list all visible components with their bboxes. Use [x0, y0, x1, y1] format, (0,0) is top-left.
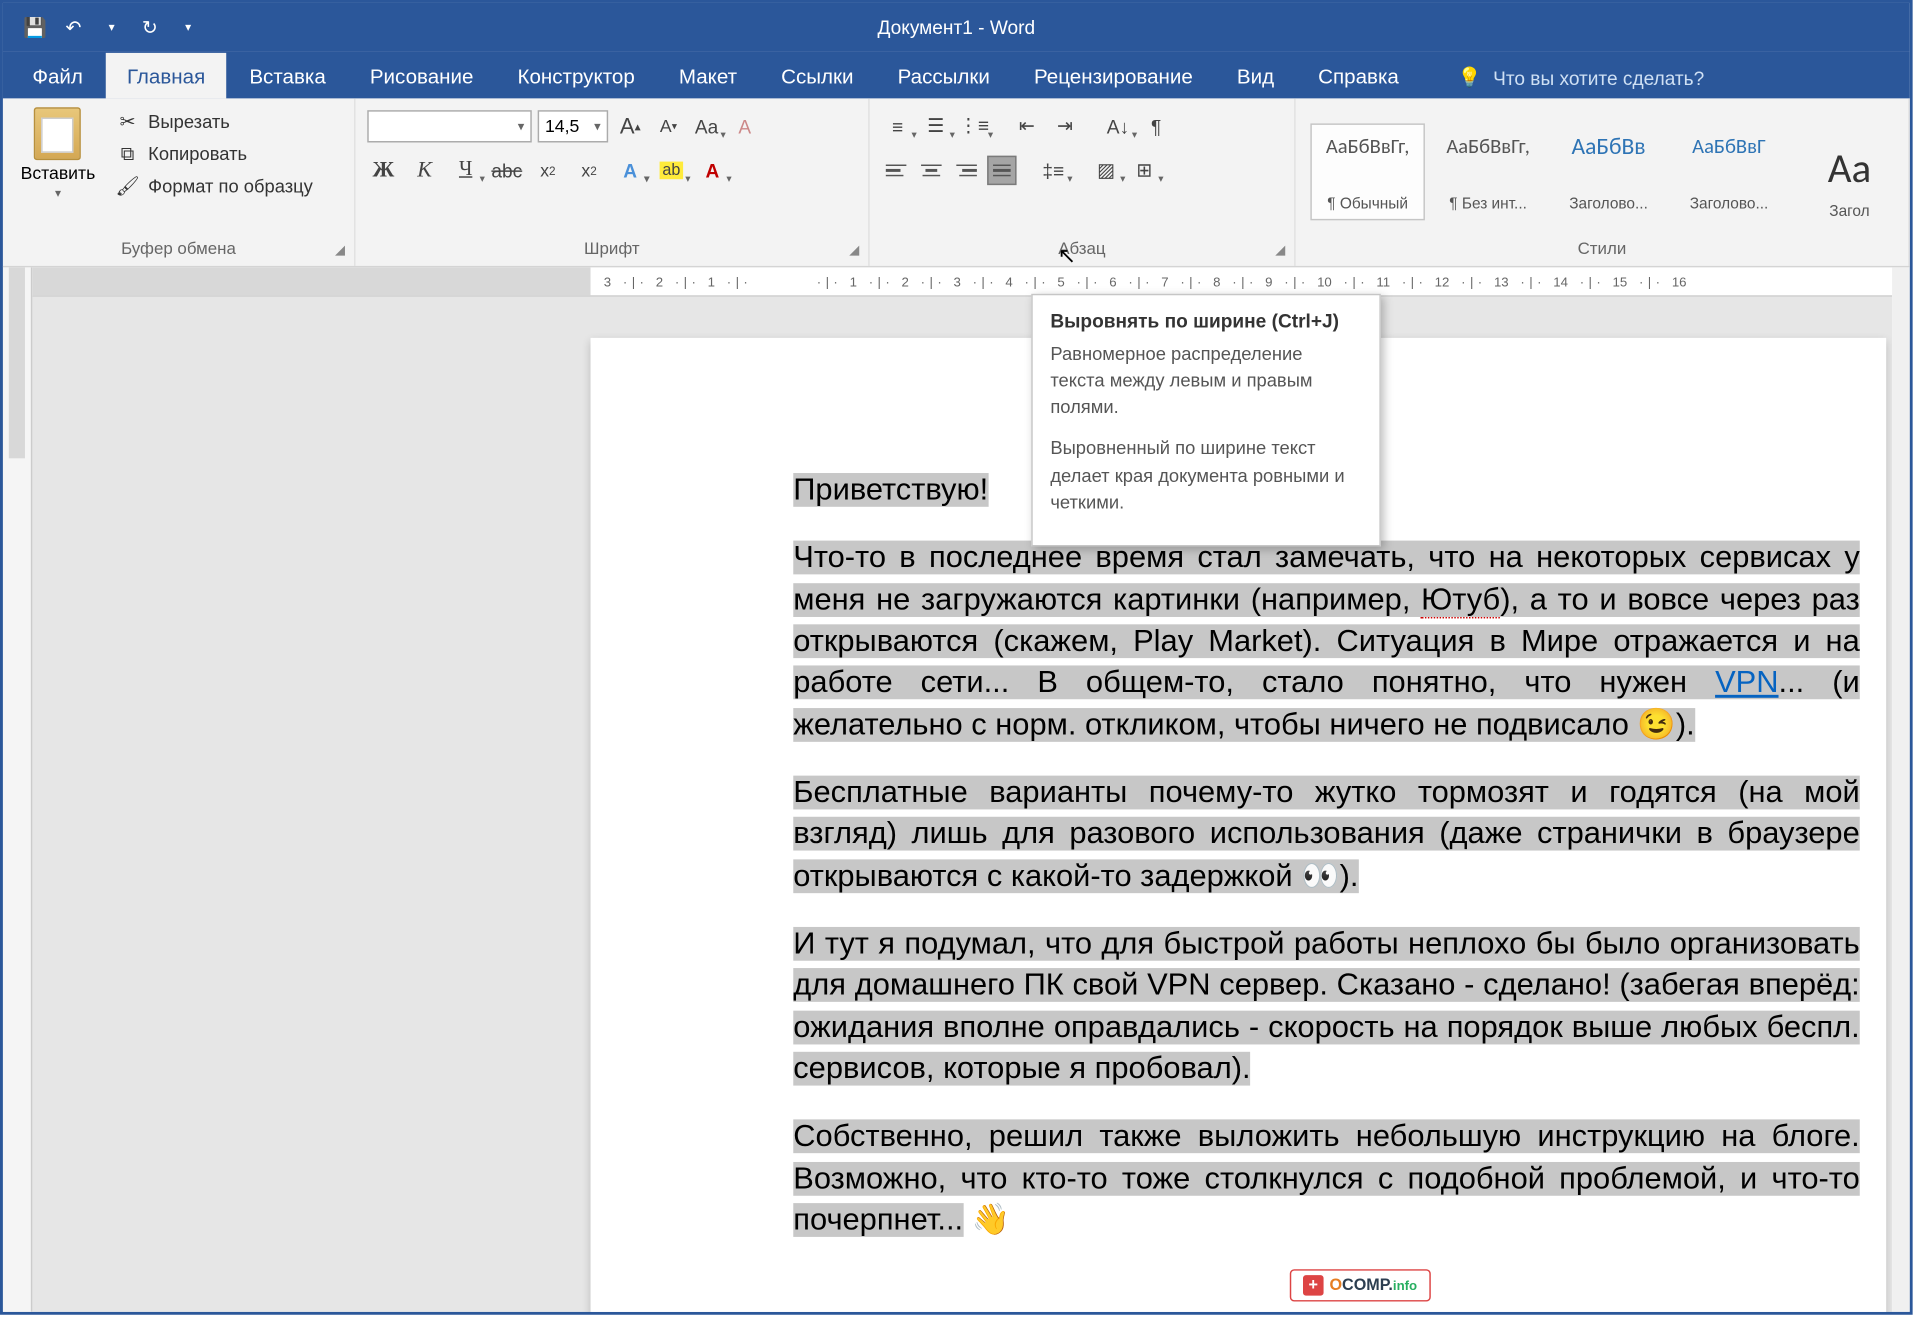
style-heading2[interactable]: АаБбВвГЗаголово...	[1672, 123, 1787, 220]
document-body[interactable]: Приветствую! Что-то в последнее время ст…	[591, 470, 1887, 1242]
title-bar: 💾 ↶ ▾ ↻ ▾ Документ1 - Word	[3, 3, 1910, 51]
tab-draw[interactable]: Рисование	[349, 53, 494, 99]
save-icon[interactable]: 💾	[18, 10, 53, 45]
text-selection[interactable]: И тут я подумал, что для быстрой работы …	[793, 927, 1859, 1086]
horizontal-ruler[interactable]: 3·|·2·|·1·|· ·|·1·|·2·|·3·|·4·|·5·|·6·|·…	[32, 267, 1892, 296]
group-font: ▾ 14,5▾ A▴ A▾ Aa A Ж К Ч abc x2 x2 A ab …	[355, 98, 869, 265]
numbering-button[interactable]: ☰	[920, 110, 952, 142]
clipboard-icon	[34, 107, 81, 160]
vertical-scrollbar[interactable]	[1892, 267, 1910, 1311]
text-selection[interactable]: Приветствую!	[793, 473, 988, 507]
tell-me-search[interactable]: 💡 Что вы хотите сделать?	[1452, 57, 1710, 98]
vertical-ruler[interactable]	[3, 267, 32, 1311]
dialog-launcher-icon[interactable]: ◢	[849, 242, 859, 258]
font-color-button[interactable]: A	[696, 154, 728, 186]
superscript-button[interactable]: x2	[573, 154, 605, 186]
cut-button[interactable]: ✂Вырезать	[110, 107, 319, 136]
vpn-link[interactable]: VPN	[1715, 666, 1778, 700]
window-title: Документ1 - Word	[878, 16, 1036, 38]
multilevel-list-button[interactable]: ⋮≡	[958, 110, 990, 142]
justify-button[interactable]	[987, 156, 1016, 185]
group-styles: АаБбВвГг,¶ Обычный АаБбВвГг,¶ Без инт...…	[1296, 98, 1910, 265]
brush-icon: 🖌	[116, 175, 140, 199]
group-label-paragraph: Абзац◢	[881, 238, 1282, 263]
tooltip-text: Равномерное распределение текста между л…	[1050, 341, 1361, 421]
tab-help[interactable]: Справка	[1298, 53, 1420, 99]
highlight-button[interactable]: ab	[655, 154, 687, 186]
copy-icon: ⧉	[116, 142, 140, 166]
styles-gallery[interactable]: АаБбВвГг,¶ Обычный АаБбВвГг,¶ Без инт...…	[1307, 120, 1909, 223]
group-label-styles: Стили	[1307, 238, 1896, 263]
undo-dropdown-icon[interactable]: ▾	[94, 10, 129, 45]
shrink-font-button[interactable]: A▾	[652, 110, 684, 142]
sort-button[interactable]: A↓	[1102, 110, 1134, 142]
group-paragraph: ≡ ☰ ⋮≡ ⇤ ⇥ A↓ ¶ ‡≡	[870, 98, 1296, 265]
font-name-combo[interactable]: ▾	[367, 110, 532, 142]
line-spacing-button[interactable]: ‡≡	[1037, 154, 1069, 186]
document-area: 3·|·2·|·1·|· ·|·1·|·2·|·3·|·4·|·5·|·6·|·…	[3, 267, 1892, 1311]
format-painter-button[interactable]: 🖌Формат по образцу	[110, 172, 319, 201]
ribbon-tabs: Файл Главная Вставка Рисование Конструкт…	[3, 51, 1910, 98]
dialog-launcher-icon[interactable]: ◢	[1275, 242, 1285, 258]
clear-formatting-button[interactable]: A	[729, 110, 761, 142]
subscript-button[interactable]: x2	[532, 154, 564, 186]
tab-insert[interactable]: Вставка	[229, 53, 347, 99]
strikethrough-button[interactable]: abc	[491, 154, 523, 186]
show-marks-button[interactable]: ¶	[1140, 110, 1172, 142]
shading-button[interactable]: ▨	[1090, 154, 1122, 186]
increase-indent-button[interactable]: ⇥	[1049, 110, 1081, 142]
quick-access-toolbar: 💾 ↶ ▾ ↻ ▾	[3, 10, 206, 45]
tab-design[interactable]: Конструктор	[497, 53, 655, 99]
copy-button[interactable]: ⧉Копировать	[110, 140, 319, 169]
text-selection[interactable]: Бесплатные варианты почему-то жутко торм…	[793, 776, 1859, 893]
lightbulb-icon: 💡	[1458, 66, 1482, 90]
font-size-combo[interactable]: 14,5▾	[538, 110, 609, 142]
dialog-launcher-icon[interactable]: ◢	[335, 242, 345, 258]
italic-button[interactable]: К	[408, 154, 440, 186]
tab-home[interactable]: Главная	[106, 53, 225, 99]
qat-customize-icon[interactable]: ▾	[170, 10, 205, 45]
paste-button[interactable]: Вставить ▾	[15, 104, 101, 238]
text-effects-button[interactable]: A	[614, 154, 646, 186]
decrease-indent-button[interactable]: ⇤	[1011, 110, 1043, 142]
tooltip-text: Выровненный по ширине текст делает края …	[1050, 435, 1361, 515]
style-more[interactable]: АаЗагол	[1792, 123, 1907, 220]
align-right-button[interactable]	[952, 156, 981, 185]
style-normal[interactable]: АаБбВвГг,¶ Обычный	[1310, 123, 1425, 220]
text-selection[interactable]: Что-то в последнее время стал замечать, …	[793, 541, 1860, 741]
bold-button[interactable]: Ж	[367, 154, 399, 186]
grow-font-button[interactable]: A▴	[614, 110, 646, 142]
tab-file[interactable]: Файл	[12, 53, 104, 99]
text-selection[interactable]: Собственно, решил также выложить небольш…	[793, 1120, 1859, 1237]
ribbon: Вставить ▾ ✂Вырезать ⧉Копировать 🖌Формат…	[3, 98, 1910, 267]
tab-references[interactable]: Ссылки	[761, 53, 875, 99]
undo-icon[interactable]: ↶	[56, 10, 91, 45]
tooltip-title: Выровнять по ширине (Ctrl+J)	[1050, 310, 1361, 332]
underline-button[interactable]: Ч	[450, 154, 482, 186]
scissors-icon: ✂	[116, 110, 140, 134]
justify-tooltip: Выровнять по ширине (Ctrl+J) Равномерное…	[1031, 294, 1381, 546]
change-case-button[interactable]: Aa	[690, 110, 722, 142]
plus-icon: +	[1303, 1275, 1324, 1296]
tab-review[interactable]: Рецензирование	[1013, 53, 1213, 99]
tab-layout[interactable]: Макет	[658, 53, 757, 99]
group-clipboard: Вставить ▾ ✂Вырезать ⧉Копировать 🖌Формат…	[3, 98, 356, 265]
align-center-button[interactable]	[917, 156, 946, 185]
borders-button[interactable]: ⊞	[1128, 154, 1160, 186]
redo-icon[interactable]: ↻	[132, 10, 167, 45]
bullets-button[interactable]: ≡	[881, 110, 913, 142]
style-no-spacing[interactable]: АаБбВвГг,¶ Без инт...	[1431, 123, 1546, 220]
style-heading1[interactable]: АаБбВвЗаголово...	[1551, 123, 1666, 220]
tab-view[interactable]: Вид	[1216, 53, 1294, 99]
tab-mailings[interactable]: Рассылки	[877, 53, 1010, 99]
align-left-button[interactable]	[881, 156, 910, 185]
group-label-clipboard: Буфер обмена◢	[15, 238, 343, 263]
watermark-badge: + OCOMP.info	[1290, 1269, 1431, 1301]
group-label-font: Шрифт◢	[367, 238, 856, 263]
